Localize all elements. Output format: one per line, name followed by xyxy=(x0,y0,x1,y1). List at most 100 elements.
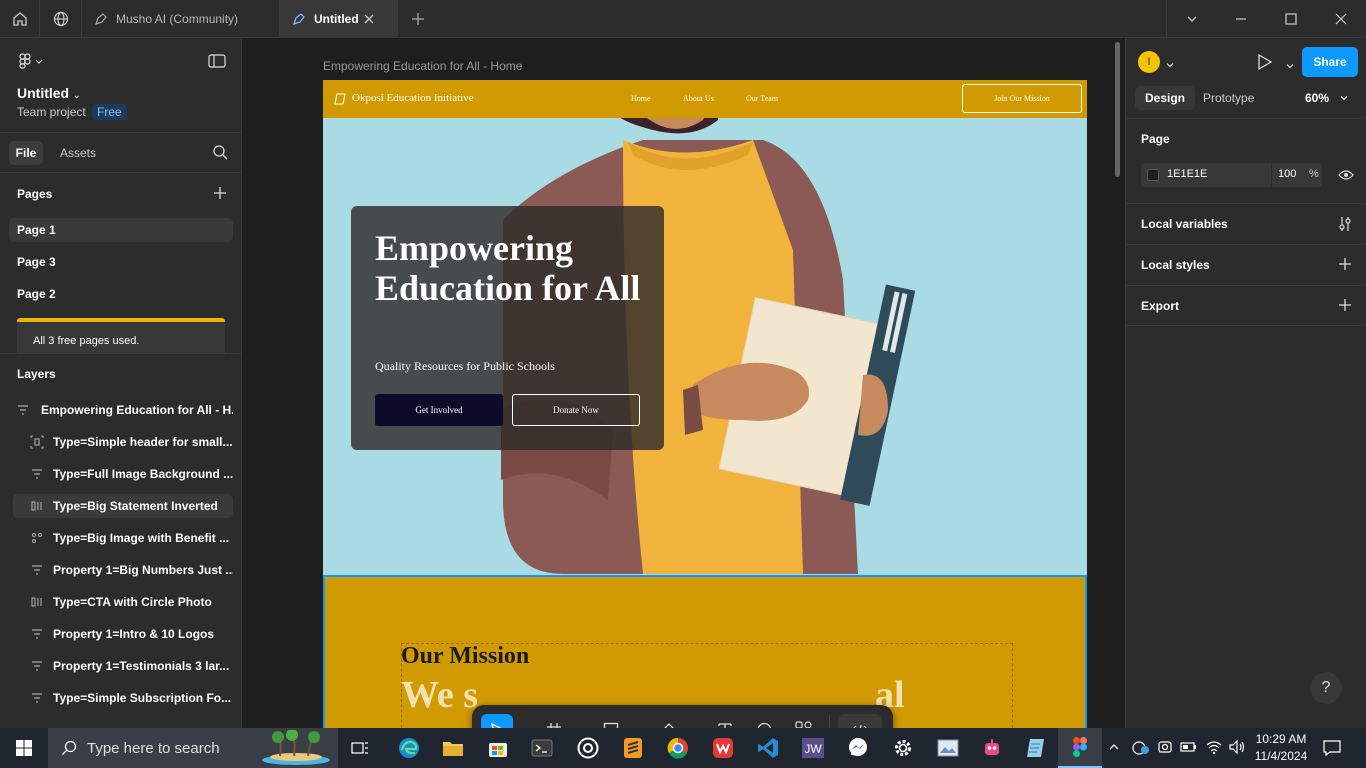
home-icon[interactable] xyxy=(0,0,40,38)
play-icon[interactable] xyxy=(1257,53,1273,76)
chrome-browser-icon[interactable] xyxy=(656,728,700,768)
chevron-down-icon[interactable] xyxy=(515,714,527,728)
add-export-plus-icon[interactable] xyxy=(1338,298,1352,315)
page-item-3[interactable]: Page 3 xyxy=(17,255,56,269)
minimize-icon[interactable] xyxy=(1216,0,1266,38)
actions-tool-icon[interactable] xyxy=(788,714,820,728)
dev-mode-icon[interactable] xyxy=(838,714,882,728)
chevron-down-icon[interactable] xyxy=(629,714,641,728)
layer-item[interactable]: Type=Big Image with Benefit ... xyxy=(13,526,233,550)
wifi-icon[interactable] xyxy=(1205,739,1223,760)
chevron-down-icon[interactable] xyxy=(572,714,584,728)
tab-prototype[interactable]: Prototype xyxy=(1203,91,1254,105)
tab-untitled[interactable]: Untitled xyxy=(280,0,398,38)
nav-our-team[interactable]: Our Team xyxy=(746,94,778,103)
chevron-down-icon[interactable] xyxy=(686,714,698,728)
donate-now-button[interactable]: Donate Now xyxy=(512,394,640,426)
search-icon[interactable] xyxy=(213,145,228,165)
page-item-2[interactable]: Page 2 xyxy=(17,287,56,301)
close-window-icon[interactable] xyxy=(1316,0,1366,38)
maximize-icon[interactable] xyxy=(1266,0,1316,38)
notification-icon[interactable] xyxy=(1322,739,1342,762)
globe-icon[interactable] xyxy=(40,0,82,38)
add-page-icon[interactable] xyxy=(213,186,227,205)
canvas-scrollbar[interactable] xyxy=(1115,42,1120,177)
obs-studio-icon[interactable] xyxy=(566,728,610,768)
task-view-icon[interactable] xyxy=(338,728,382,768)
battery-icon[interactable] xyxy=(1180,739,1198,760)
notes-app-icon[interactable] xyxy=(1014,728,1058,768)
photo-viewer-icon[interactable] xyxy=(926,728,970,768)
rectangle-tool-icon[interactable] xyxy=(595,714,627,728)
layer-item-selected[interactable]: Type=Big Statement Inverted xyxy=(13,494,233,518)
text-tool-icon[interactable] xyxy=(709,714,741,728)
close-tab-icon[interactable] xyxy=(363,13,375,25)
jw-app-icon[interactable]: JW xyxy=(791,728,835,768)
network-vpn-icon[interactable] xyxy=(1130,739,1150,760)
layer-item[interactable]: Property 1=Big Numbers Just ... xyxy=(13,558,233,582)
bg-opacity-value[interactable]: 100 xyxy=(1278,168,1296,180)
layer-frame-home[interactable]: Empowering Education for All - H... xyxy=(13,398,233,422)
edge-browser-icon[interactable] xyxy=(387,728,431,768)
tab-musho-community[interactable]: Musho AI (Community) xyxy=(82,0,280,38)
volume-icon[interactable] xyxy=(1228,739,1246,760)
vscode-icon[interactable] xyxy=(746,728,790,768)
nav-about-us[interactable]: About Us xyxy=(683,94,714,103)
frame-label[interactable]: Empowering Education for All - Home xyxy=(323,59,522,73)
settings-gear-icon[interactable] xyxy=(881,728,925,768)
local-styles-row[interactable]: Local styles xyxy=(1126,244,1366,285)
website-frame[interactable]: Okposi Education Initiative Home About U… xyxy=(323,80,1087,728)
tab-design[interactable]: Design xyxy=(1135,86,1195,110)
move-tool-icon[interactable] xyxy=(481,714,513,728)
new-tab-plus-icon[interactable] xyxy=(398,0,438,38)
layer-item[interactable]: Type=Full Image Background ... xyxy=(13,462,233,486)
tab-assets[interactable]: Assets xyxy=(60,146,96,160)
terminal-icon[interactable] xyxy=(520,728,564,768)
microsoft-store-icon[interactable] xyxy=(476,728,520,768)
clock[interactable]: 10:29 AM 11/4/2024 xyxy=(1252,731,1310,765)
figma-taskbar-icon[interactable] xyxy=(1058,728,1102,768)
pen-tool-icon[interactable] xyxy=(652,714,684,728)
eye-icon[interactable] xyxy=(1338,168,1354,186)
wps-office-icon[interactable] xyxy=(701,728,745,768)
layer-item[interactable]: Property 1=Testimonials 3 lar... xyxy=(13,654,233,678)
bg-opacity-field[interactable]: 100 % xyxy=(1272,163,1322,187)
chevron-down-icon[interactable] xyxy=(1166,56,1174,74)
camera-icon[interactable] xyxy=(1157,739,1173,760)
share-button[interactable]: Share xyxy=(1302,47,1358,77)
design-canvas[interactable]: Empowering Education for All - Home Okpo… xyxy=(242,38,1125,728)
bg-color-field[interactable]: 1E1E1E xyxy=(1141,163,1271,187)
messenger-icon[interactable] xyxy=(836,728,880,768)
figma-menu-icon[interactable] xyxy=(18,53,44,74)
variables-icon[interactable] xyxy=(1338,216,1352,235)
zoom-level[interactable]: 60% xyxy=(1305,91,1348,105)
get-involved-button[interactable]: Get Involved xyxy=(375,394,503,426)
nav-home[interactable]: Home xyxy=(631,94,651,103)
avatar[interactable]: I xyxy=(1138,51,1160,73)
layer-item[interactable]: Property 1=Intro & 10 Logos xyxy=(13,622,233,646)
file-explorer-icon[interactable] xyxy=(431,728,475,768)
file-name[interactable]: Untitled ⌄ xyxy=(17,85,81,101)
chevron-up-icon[interactable] xyxy=(1108,740,1120,758)
robot-app-icon[interactable] xyxy=(970,728,1014,768)
color-swatch[interactable] xyxy=(1147,169,1159,181)
tab-file[interactable]: File xyxy=(9,141,43,165)
join-mission-button[interactable]: Join Our Mission xyxy=(962,84,1082,113)
windows-start-icon[interactable] xyxy=(2,728,46,768)
layer-item[interactable]: Type=CTA with Circle Photo xyxy=(13,590,233,614)
chevron-down-icon[interactable] xyxy=(1166,0,1216,38)
comment-tool-icon[interactable] xyxy=(748,714,780,728)
local-variables-row[interactable]: Local variables xyxy=(1126,203,1366,244)
frame-tool-icon[interactable] xyxy=(538,714,570,728)
taskbar-search[interactable]: Type here to search xyxy=(48,728,338,768)
layer-item[interactable]: Type=Simple Subscription Fo... xyxy=(13,686,233,710)
layer-item[interactable]: Type=Simple header for small... xyxy=(13,430,233,454)
bg-color-value[interactable]: 1E1E1E xyxy=(1167,168,1207,180)
chevron-down-icon[interactable] xyxy=(1286,57,1294,75)
sublime-text-icon[interactable] xyxy=(611,728,655,768)
sidebar-toggle-icon[interactable] xyxy=(208,54,226,73)
help-button[interactable]: ? xyxy=(1310,672,1342,704)
add-style-plus-icon[interactable] xyxy=(1338,257,1352,274)
page-item-1[interactable]: Page 1 xyxy=(9,218,233,242)
export-row[interactable]: Export xyxy=(1126,285,1366,326)
